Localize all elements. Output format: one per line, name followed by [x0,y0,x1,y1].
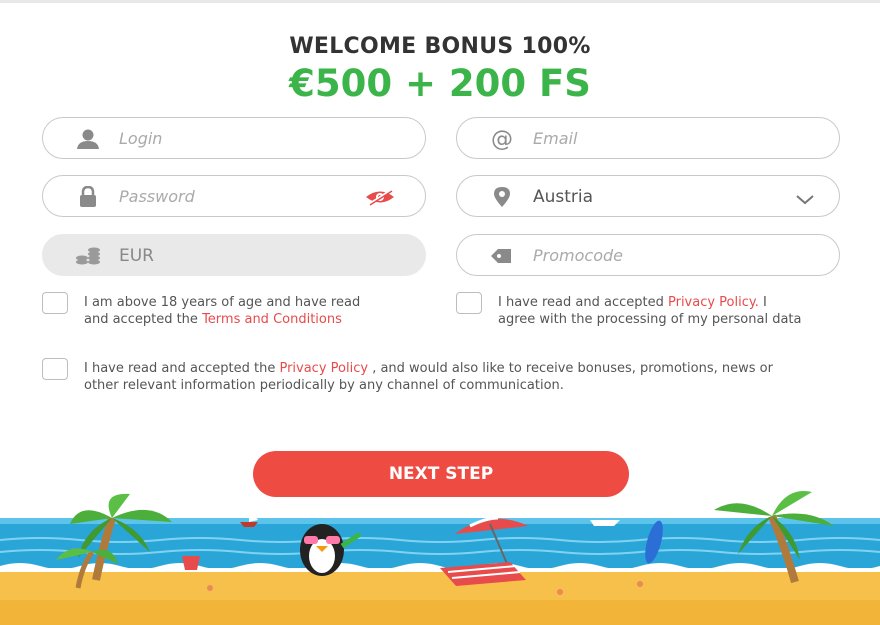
currency-field: EUR [42,234,426,276]
terms-link[interactable]: Terms and Conditions [202,312,342,327]
country-value: Austria [533,187,594,207]
top-border [0,0,880,3]
marketing-text: I have read and accepted the [84,361,280,376]
age-checkbox-label: I am above 18 years of age and have read… [84,294,384,328]
page-title: WELCOME BONUS 100% [289,34,591,59]
promocode-input[interactable]: Promocode [533,246,623,265]
privacy-checkbox-label: I have read and accepted Privacy Policy.… [498,294,808,328]
tag-icon [487,245,517,267]
user-icon [73,128,103,150]
marketing-privacy-link[interactable]: Privacy Policy [279,361,368,376]
marketing-checkbox-label: I have read and accepted the Privacy Pol… [84,360,784,394]
login-field[interactable]: Login [42,117,426,159]
country-select[interactable]: Austria [456,175,840,217]
beach-illustration [0,480,880,625]
chevron-down-icon [795,191,815,205]
login-input[interactable]: Login [119,129,162,148]
lock-icon [73,185,103,208]
password-input[interactable]: Password [119,187,195,206]
coins-icon [73,245,103,267]
email-field[interactable]: @ Email [456,117,840,159]
eye-hidden-icon[interactable] [363,188,397,206]
bonus-amount: €500 + 200 FS [289,62,591,105]
marketing-checkbox[interactable] [42,358,68,380]
next-step-button[interactable]: NEXT STEP [253,451,629,497]
privacy-text: I have read and accepted [498,295,668,310]
privacy-policy-link[interactable]: Privacy Policy. [668,295,759,310]
at-icon: @ [487,127,517,152]
currency-value: EUR [119,246,154,266]
password-field[interactable]: Password [42,175,426,217]
privacy-checkbox[interactable] [456,292,482,314]
location-pin-icon [487,186,517,208]
age-checkbox[interactable] [42,292,68,314]
email-input[interactable]: Email [533,129,577,148]
svg-text:@: @ [491,128,513,150]
promocode-field[interactable]: Promocode [456,234,840,276]
